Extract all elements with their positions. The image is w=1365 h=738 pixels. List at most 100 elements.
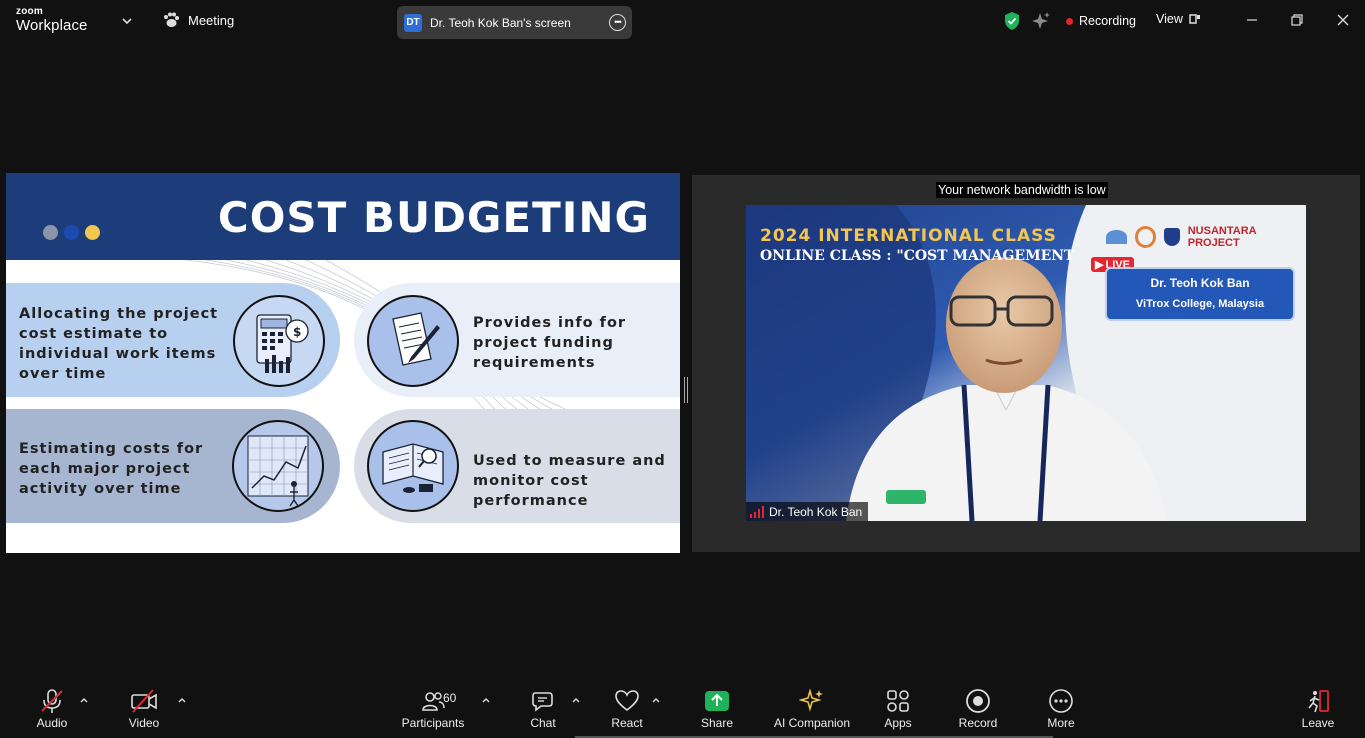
play-icon: ▶ xyxy=(1095,259,1104,271)
leave-button[interactable]: Leave xyxy=(1268,680,1365,738)
video-button[interactable]: Video xyxy=(94,680,194,738)
shared-screen-pill[interactable]: DT Dr. Teoh Kok Ban's screen ••• xyxy=(397,6,632,39)
speaker-card-name: Dr. Teoh Kok Ban xyxy=(1150,276,1250,290)
react-options-caret-icon[interactable] xyxy=(651,696,661,704)
card1-line1: Allocating the project xyxy=(19,306,219,322)
leave-icon xyxy=(1308,690,1329,713)
apps-label: Apps xyxy=(884,716,912,730)
record-label: Record xyxy=(958,716,998,730)
more-options-icon[interactable]: ••• xyxy=(609,14,626,31)
record-icon xyxy=(966,689,990,713)
logo-line2: Workplace xyxy=(16,17,88,34)
audio-label: Audio xyxy=(36,716,68,730)
share-screen-icon xyxy=(705,691,729,711)
view-menu[interactable]: View xyxy=(1156,12,1201,26)
title-bar: zoom Workplace Meeting DT Dr. Teoh Kok B… xyxy=(0,0,1365,44)
participants-button[interactable]: 60 Participants xyxy=(383,680,483,738)
more-icon xyxy=(1049,689,1073,713)
chevron-down-icon[interactable] xyxy=(120,14,134,28)
slide-title: COST BUDGETING xyxy=(217,193,650,242)
more-button[interactable]: More xyxy=(1011,680,1111,738)
meeting-toolbar: Audio Video 60 Participants Chat React S… xyxy=(0,680,1365,738)
shared-slide: COST BUDGETING Allocating the project co… xyxy=(6,173,680,553)
paw-icon xyxy=(164,12,179,27)
dot-blue xyxy=(64,225,79,240)
document-pen-icon xyxy=(367,295,459,387)
card4-line1: Used to measure and xyxy=(473,453,666,469)
card2-line1: Provides info for xyxy=(473,315,627,331)
speaker-card: Dr. Teoh Kok Ban ViTrox College, Malaysi… xyxy=(1105,267,1295,321)
ai-companion-icon xyxy=(799,688,823,712)
restore-icon[interactable] xyxy=(1289,12,1305,28)
cost-card-4-text: Used to measure and monitor cost perform… xyxy=(473,451,680,511)
leave-label: Leave xyxy=(1301,716,1335,730)
card3-line2: each major project xyxy=(19,461,191,477)
college-logo-icon xyxy=(1106,230,1128,244)
participants-options-caret-icon[interactable] xyxy=(481,696,491,704)
participants-count: 60 xyxy=(443,691,457,705)
more-label: More xyxy=(1047,716,1075,730)
camera-off-icon xyxy=(131,689,157,713)
close-icon[interactable] xyxy=(1335,12,1351,28)
card4-line2: monitor cost performance xyxy=(473,473,589,509)
card2-line3: requirements xyxy=(473,355,596,371)
card3-line3: activity over time xyxy=(19,481,182,497)
shield-logo-icon xyxy=(1164,228,1180,246)
ai-companion-label: AI Companion xyxy=(773,716,851,730)
card1-line4: over time xyxy=(19,366,107,382)
partner-logos: NUSANTARA PROJECT xyxy=(1106,225,1306,249)
video-options-caret-icon[interactable] xyxy=(177,696,187,704)
cost-card-3-text: Estimating costs for each major project … xyxy=(19,439,203,499)
cost-card-1-text: Allocating the project cost estimate to … xyxy=(19,304,218,384)
logo-line1: zoom xyxy=(16,6,43,17)
speaker-video[interactable]: 2024 INTERNATIONAL CLASS ONLINE CLASS : … xyxy=(746,205,1306,521)
svg-text:$: $ xyxy=(293,325,301,339)
ai-sparkle-icon[interactable] xyxy=(1031,11,1051,31)
recording-label: Recording xyxy=(1079,14,1136,28)
video-banner: 2024 INTERNATIONAL CLASS ONLINE CLASS : … xyxy=(760,226,1074,264)
partner-name: NUSANTARA PROJECT xyxy=(1187,225,1257,249)
banner-subtitle: ONLINE CLASS : "COST MANAGEMENT xyxy=(760,248,1075,264)
recording-dot-icon xyxy=(1066,17,1073,25)
share-label: Share xyxy=(700,716,734,730)
card1-line2: cost estimate to xyxy=(19,326,169,342)
speaker-card-org: ViTrox College, Malaysia xyxy=(1135,298,1265,310)
video-label: Video xyxy=(128,716,160,730)
timeline-chart-icon xyxy=(232,420,324,512)
banner-title: 2024 INTERNATIONAL CLASS xyxy=(760,226,1057,246)
shared-screen-label: Dr. Teoh Kok Ban's screen xyxy=(430,15,571,30)
dot-yellow xyxy=(85,225,100,240)
chat-label: Chat xyxy=(530,716,556,730)
slide-dots xyxy=(43,225,100,240)
dot-grey xyxy=(43,225,58,240)
participant-name: Dr. Teoh Kok Ban xyxy=(769,504,863,519)
participant-name-tag: Dr. Teoh Kok Ban xyxy=(746,502,869,521)
zoom-workplace-logo[interactable]: zoom Workplace xyxy=(16,6,88,34)
cost-card-2-text: Provides info for project funding requir… xyxy=(473,313,626,373)
card2-line2: project funding xyxy=(473,335,614,351)
card1-line3: individual work items xyxy=(19,346,217,362)
bandwidth-warning: Your network bandwidth is low xyxy=(936,182,1108,198)
view-label: View xyxy=(1156,12,1183,26)
audio-options-caret-icon[interactable] xyxy=(79,696,89,704)
card3-line1: Estimating costs for xyxy=(19,441,204,457)
presenter-avatar: DT xyxy=(404,13,422,32)
view-layout-icon xyxy=(1189,14,1200,24)
react-button[interactable]: React xyxy=(577,680,677,738)
panel-splitter-handle[interactable] xyxy=(684,377,688,403)
audio-button[interactable]: Audio xyxy=(2,680,102,738)
meeting-menu[interactable]: Meeting xyxy=(162,12,234,28)
share-button[interactable]: Share xyxy=(667,680,767,738)
slide-header: COST BUDGETING xyxy=(6,173,680,260)
recording-indicator[interactable]: Recording xyxy=(1066,14,1136,28)
shield-check-icon[interactable] xyxy=(1003,11,1021,31)
heart-icon xyxy=(615,690,639,712)
ai-companion-button[interactable]: AI Companion xyxy=(762,680,862,738)
participants-label: Participants xyxy=(401,716,465,730)
participants-icon xyxy=(422,692,445,711)
chat-icon xyxy=(532,692,553,712)
meeting-label: Meeting xyxy=(188,12,235,28)
minimize-icon[interactable] xyxy=(1244,12,1260,28)
ring-logo-icon xyxy=(1135,226,1157,248)
apps-icon xyxy=(887,690,909,712)
